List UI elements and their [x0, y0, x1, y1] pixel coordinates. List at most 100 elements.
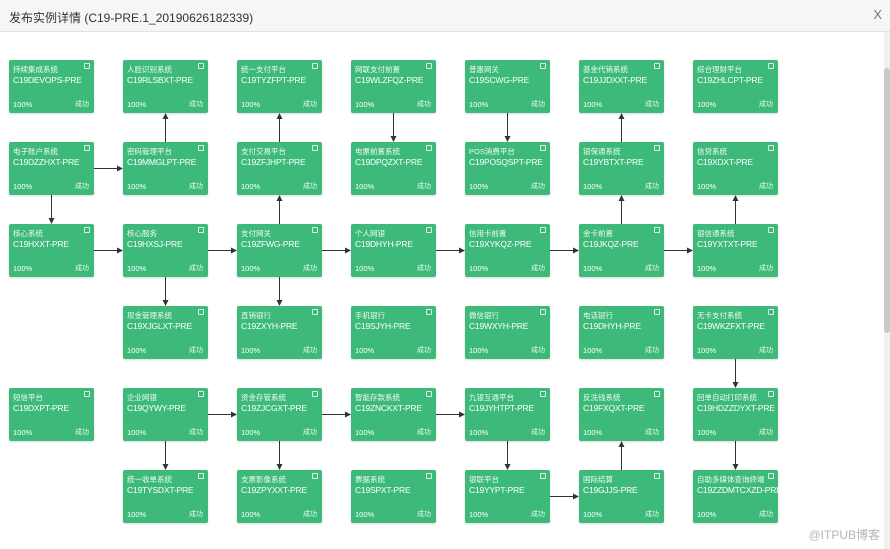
node-c2r2[interactable]: 支付网关 C19ZFWG-PRE 100% 成功 [237, 224, 322, 277]
node-c4r3[interactable]: 微信银行 C19WXYH-PRE 100% 成功 [465, 306, 550, 359]
node-code: C19HXXT-PRE [13, 239, 69, 249]
node-code: C19GJJS-PRE [583, 485, 638, 495]
node-c2r0[interactable]: 统一支付平台 C19TYZFPT-PRE 100% 成功 [237, 60, 322, 113]
node-code: C19ZPYXXT-PRE [241, 485, 307, 495]
node-c6r1[interactable]: 信贷系统 C19XDXT-PRE 100% 成功 [693, 142, 778, 195]
node-name: 电票前置系统 [355, 147, 400, 156]
node-c1r5[interactable]: 统一收单系统 C19TYSDXT-PRE 100% 成功 [123, 470, 208, 523]
node-status: 成功 [75, 429, 89, 436]
lock-icon [198, 391, 204, 397]
node-c3r3[interactable]: 手机银行 C19SJYH-PRE 100% 成功 [351, 306, 436, 359]
node-code: C19JKQZ-PRE [583, 239, 639, 249]
node-progress: 100% [469, 100, 489, 109]
watermark-text: @ITPUB博客 [808, 528, 880, 542]
node-status: 成功 [759, 101, 773, 108]
node-c1r1[interactable]: 密码管理平台 C19MMGLPT-PRE 100% 成功 [123, 142, 208, 195]
node-progress: 100% [241, 428, 261, 437]
node-progress: 100% [697, 100, 717, 109]
node-c4r0[interactable]: 普惠网关 C19SCWG-PRE 100% 成功 [465, 60, 550, 113]
node-code: C19ZZDMTCXZD-PRE [697, 485, 778, 495]
node-c5r3[interactable]: 电话银行 C19DHYH-PRE 100% 成功 [579, 306, 664, 359]
node-code: C19XYKQZ-PRE [469, 239, 532, 249]
node-c6r3[interactable]: 无卡支付系统 C19WKZFXT-PRE 100% 成功 [693, 306, 778, 359]
node-status: 成功 [417, 429, 431, 436]
node-code: C19TYSDXT-PRE [127, 485, 194, 495]
node-c4r4[interactable]: 九银互通平台 C19JYHTPT-PRE 100% 成功 [465, 388, 550, 441]
scrollbar-thumb[interactable] [884, 68, 890, 333]
dialog-title: 发布实例详情 (C19-PRE.1_20190626182339) [9, 11, 254, 25]
node-progress: 100% [583, 264, 603, 273]
node-c5r0[interactable]: 基金代销系统 C19JJDXXT-PRE 100% 成功 [579, 60, 664, 113]
node-c3r1[interactable]: 电票前置系统 C19DPQZXT-PRE 100% 成功 [351, 142, 436, 195]
node-c1r4[interactable]: 企业网银 C19QYWY-PRE 100% 成功 [123, 388, 208, 441]
node-c5r1[interactable]: 银保通系统 C19YBTXT-PRE 100% 成功 [579, 142, 664, 195]
node-c5r2[interactable]: 金卡前置 C19JKQZ-PRE 100% 成功 [579, 224, 664, 277]
node-c2r4[interactable]: 资金存管系统 C19ZJCGXT-PRE 100% 成功 [237, 388, 322, 441]
node-c4r5[interactable]: 银联平台 C19YYPT-PRE 100% 成功 [465, 470, 550, 523]
node-name: 九银互通平台 [469, 393, 514, 402]
node-status: 成功 [303, 101, 317, 108]
node-code: C19JYHTPT-PRE [469, 403, 534, 413]
node-status: 成功 [645, 101, 659, 108]
node-code: C19ZXYH-PRE [241, 321, 298, 331]
node-code: C19DEVOPS-PRE [13, 75, 82, 85]
node-c6r0[interactable]: 综合理财平台 C19ZHLCPT-PRE 100% 成功 [693, 60, 778, 113]
node-code: C19ZNCKXT-PRE [355, 403, 422, 413]
lock-icon [540, 145, 546, 151]
node-status: 成功 [531, 347, 545, 354]
node-c1r3[interactable]: 现金管理系统 C19XJGLXT-PRE 100% 成功 [123, 306, 208, 359]
node-code: C19DXPT-PRE [13, 403, 69, 413]
lock-icon [84, 63, 90, 69]
node-c5r5[interactable]: 国际结算 C19GJJS-PRE 100% 成功 [579, 470, 664, 523]
node-status: 成功 [645, 265, 659, 272]
node-progress: 100% [127, 510, 147, 519]
node-name: 手机银行 [355, 311, 385, 320]
node-c6r2[interactable]: 银信通系统 C19YXTXT-PRE 100% 成功 [693, 224, 778, 277]
node-c3r4[interactable]: 智能存款系统 C19ZNCKXT-PRE 100% 成功 [351, 388, 436, 441]
lock-icon [426, 227, 432, 233]
node-code: C19YXTXT-PRE [697, 239, 758, 249]
node-name: 自助多媒体查询终端 [697, 475, 765, 484]
node-c1r2[interactable]: 核心服务 C19HXSJ-PRE 100% 成功 [123, 224, 208, 277]
node-progress: 100% [469, 510, 489, 519]
node-code: C19ZHLCPT-PRE [697, 75, 763, 85]
node-c0r1[interactable]: 电子账户系统 C19DZZHXT-PRE 100% 成功 [9, 142, 94, 195]
node-status: 成功 [531, 101, 545, 108]
node-c5r4[interactable]: 反洗钱系统 C19FXQXT-PRE 100% 成功 [579, 388, 664, 441]
node-status: 成功 [75, 101, 89, 108]
node-c0r0[interactable]: 持续集成系统 C19DEVOPS-PRE 100% 成功 [9, 60, 94, 113]
node-name: 国际结算 [583, 475, 613, 484]
node-c2r5[interactable]: 支票影像系统 C19ZPYXXT-PRE 100% 成功 [237, 470, 322, 523]
lock-icon [540, 391, 546, 397]
node-name: 银联平台 [469, 475, 499, 484]
node-code: C19HDZZDYXT-PRE [697, 403, 775, 413]
node-progress: 100% [127, 428, 147, 437]
node-progress: 100% [241, 346, 261, 355]
node-c1r0[interactable]: 人脸识别系统 C19RLSBXT-PRE 100% 成功 [123, 60, 208, 113]
node-name: 支票影像系统 [241, 475, 286, 484]
node-c6r5[interactable]: 自助多媒体查询终端 C19ZZDMTCXZD-PRE 100% 成功 [693, 470, 778, 523]
close-icon[interactable]: X [873, 7, 882, 22]
node-progress: 100% [697, 428, 717, 437]
node-code: C19XDXT-PRE [697, 157, 753, 167]
node-c2r3[interactable]: 直销银行 C19ZXYH-PRE 100% 成功 [237, 306, 322, 359]
node-c3r2[interactable]: 个人网银 C19DHYH-PRE 100% 成功 [351, 224, 436, 277]
node-c3r0[interactable]: 网联支付前置 C19WLZFQZ-PRE 100% 成功 [351, 60, 436, 113]
node-status: 成功 [189, 265, 203, 272]
node-c0r2[interactable]: 核心系统 C19HXXT-PRE 100% 成功 [9, 224, 94, 277]
node-c6r4[interactable]: 回单自动打印系统 C19HDZZDYXT-PRE 100% 成功 [693, 388, 778, 441]
node-progress: 100% [127, 182, 147, 191]
node-code: C19MMGLPT-PRE [127, 157, 197, 167]
node-c4r2[interactable]: 信用卡前置 C19XYKQZ-PRE 100% 成功 [465, 224, 550, 277]
vertical-scrollbar[interactable] [884, 32, 890, 549]
lock-icon [654, 309, 660, 315]
node-name: 金卡前置 [583, 229, 613, 238]
node-name: 个人网银 [355, 229, 385, 238]
node-progress: 100% [697, 510, 717, 519]
node-name: 信贷系统 [697, 147, 727, 156]
node-c3r5[interactable]: 票据系统 C19SPXT-PRE 100% 成功 [351, 470, 436, 523]
lock-icon [312, 63, 318, 69]
node-c2r1[interactable]: 支付交易平台 C19ZFJHPT-PRE 100% 成功 [237, 142, 322, 195]
node-c0r4[interactable]: 短信平台 C19DXPT-PRE 100% 成功 [9, 388, 94, 441]
node-c4r1[interactable]: POS消费平台 C19POSQSPT-PRE 100% 成功 [465, 142, 550, 195]
